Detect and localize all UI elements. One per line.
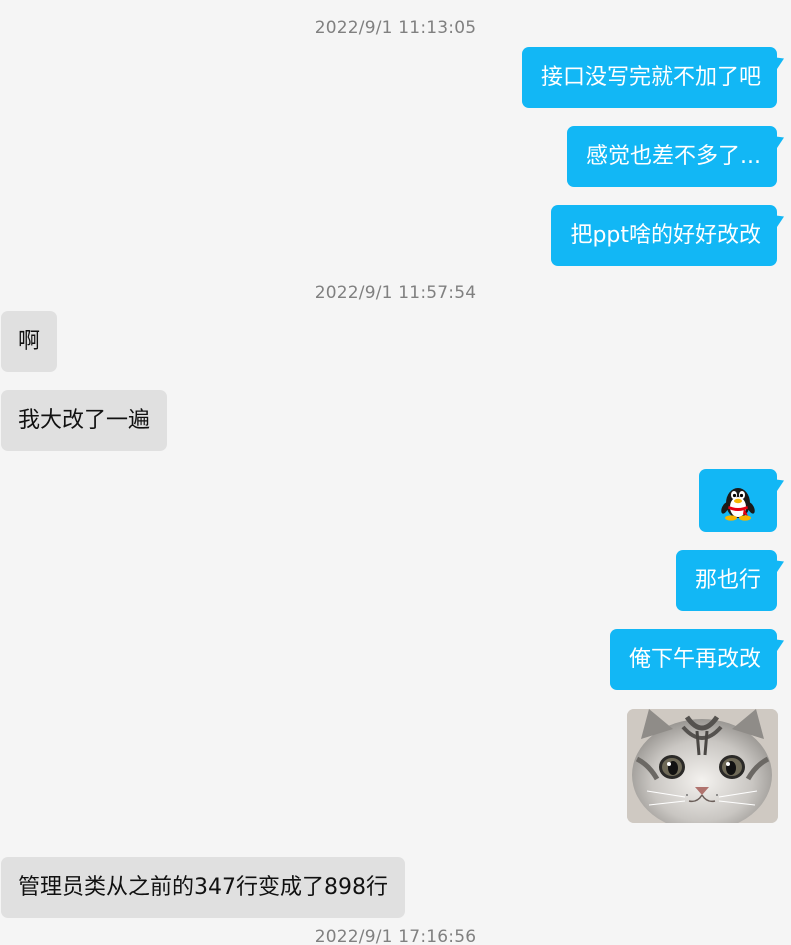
chat-message-area[interactable]: 2022/9/1 11:13:05 接口没写完就不加了吧 感觉也差不多了... … <box>0 0 791 945</box>
incoming-message[interactable]: 我大改了一遍 <box>1 390 168 451</box>
outgoing-message[interactable]: 感觉也差不多了... <box>567 126 777 187</box>
qq-penguin-emoji-icon <box>721 488 755 521</box>
timestamp: 2022/9/1 11:13:05 <box>314 18 477 38</box>
timestamp: 2022/9/1 17:16:56 <box>314 927 477 945</box>
outgoing-message[interactable]: 那也行 <box>675 550 777 611</box>
incoming-message[interactable]: 啊 <box>1 311 58 372</box>
timestamp: 2022/9/1 11:57:54 <box>314 283 477 303</box>
outgoing-message[interactable]: 接口没写完就不加了吧 <box>521 47 777 108</box>
cat-photo-message[interactable] <box>627 709 778 823</box>
incoming-message[interactable]: 管理员类从之前的347行变成了898行 <box>1 857 405 918</box>
outgoing-emoji-message[interactable] <box>699 469 777 532</box>
cat-photo-image <box>627 709 778 823</box>
outgoing-message[interactable]: 俺下午再改改 <box>609 629 777 690</box>
outgoing-message[interactable]: 把ppt啥的好好改改 <box>551 205 777 266</box>
